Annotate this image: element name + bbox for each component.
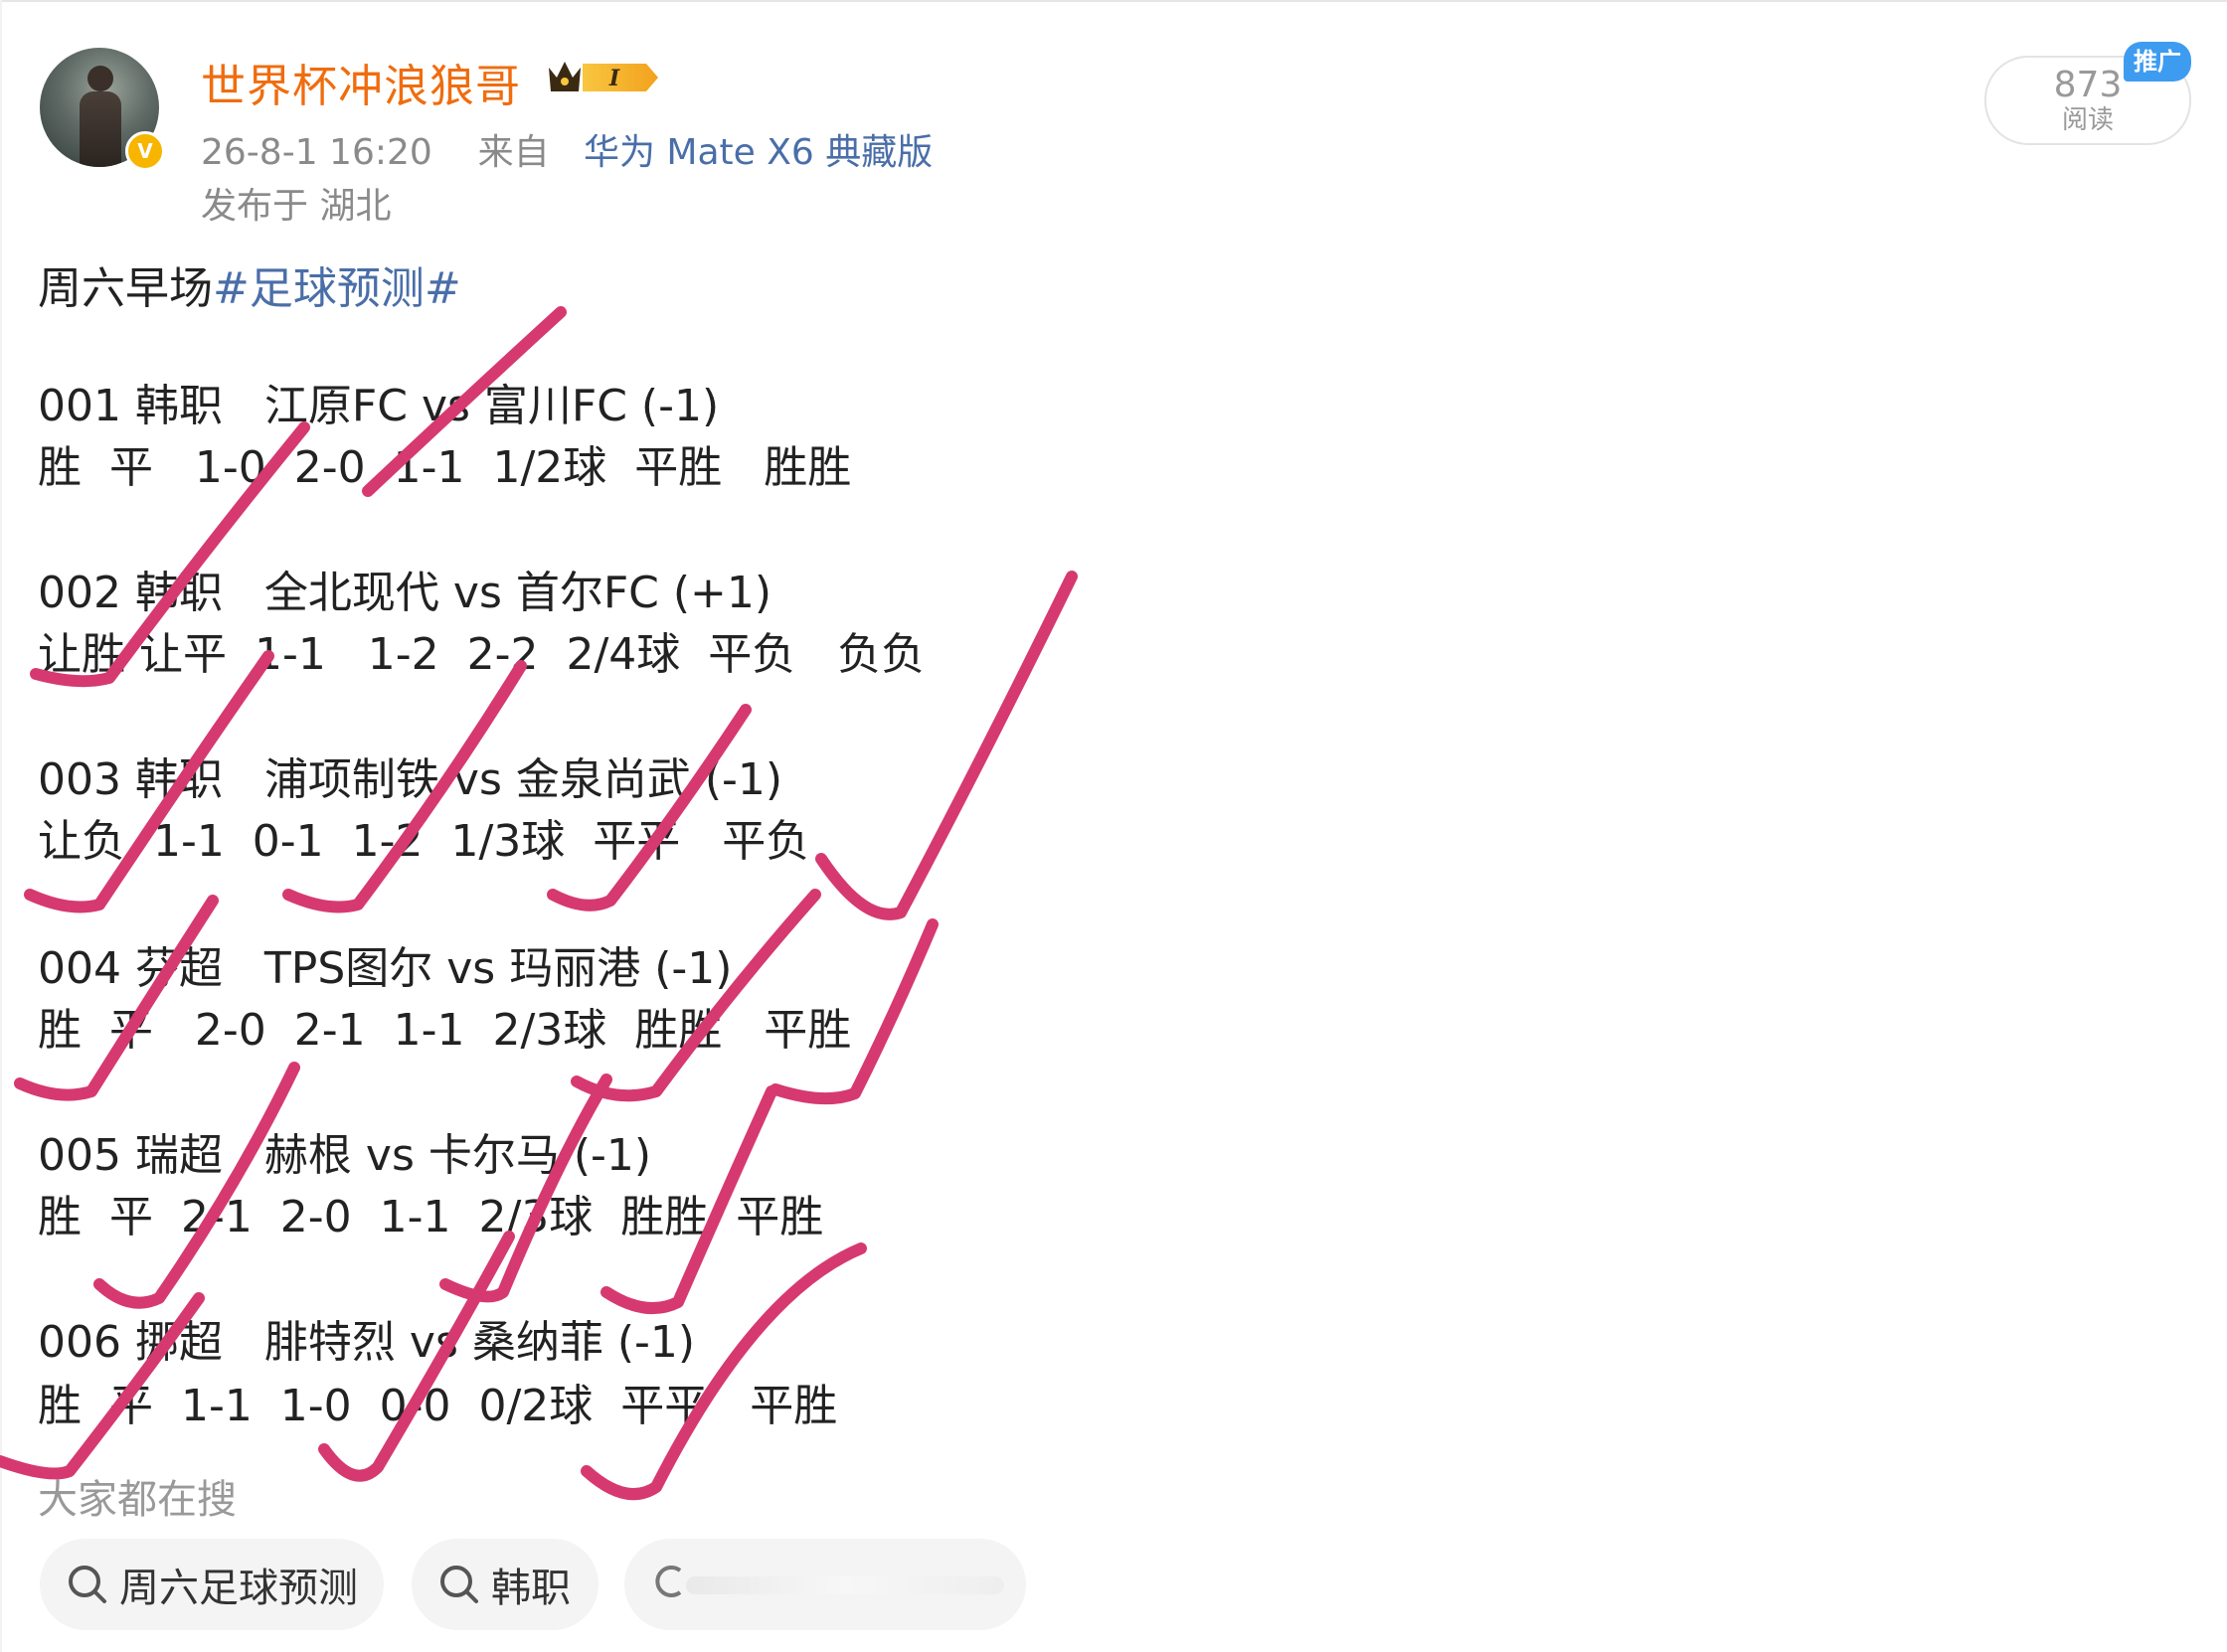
- post-location: 发布于 湖北: [201, 186, 392, 227]
- match-picks: 胜 平 1-0 2-0 1-1 1/2球 平胜 胜胜: [38, 442, 852, 493]
- avatar-figure-head: [87, 66, 113, 91]
- search-chip[interactable]: 韩职: [412, 1539, 599, 1630]
- check-mark: [581, 1242, 867, 1501]
- search-icon: [69, 1566, 106, 1603]
- hashtag-link[interactable]: #足球预测#: [213, 263, 461, 314]
- search-chip-label: 韩职: [491, 1566, 571, 1611]
- match-header: 001 韩职 江原FC vs 富川FC (-1): [38, 381, 720, 431]
- match-header: 003 韩职 浦项制铁 vs 金泉尚武 (-1): [38, 754, 783, 805]
- blurred-chip-content: [686, 1576, 1004, 1594]
- verified-badge-icon: V: [125, 131, 165, 171]
- read-label: 阅读: [2061, 105, 2114, 135]
- username[interactable]: 世界杯冲浪狼哥: [201, 50, 521, 114]
- search-heading: 大家都在搜: [38, 1477, 237, 1523]
- device-link[interactable]: 华为 Mate X6 典藏版: [584, 132, 933, 173]
- match-picks: 让胜 让平 1-1 1-2 2-2 2/4球 平负 负负: [38, 629, 926, 680]
- match-picks: 胜 平 2-0 2-1 1-1 2/3球 胜胜 平胜: [38, 1005, 852, 1056]
- crown-level-text: I: [608, 66, 620, 91]
- search-chip-label: 周六足球预测: [119, 1566, 358, 1611]
- match-picks: 胜 平 1-1 1-0 0-0 0/2球 平平 平胜: [38, 1381, 838, 1431]
- check-mark: [439, 1074, 612, 1303]
- search-chip[interactable]: 周六足球预测: [40, 1539, 384, 1630]
- post-timestamp: 26-8-1 16:20: [201, 132, 432, 173]
- match-header: 004 芬超 TPS图尔 vs 玛丽港 (-1): [38, 943, 733, 994]
- check-mark: [571, 889, 821, 1102]
- check-mark: [14, 895, 219, 1101]
- top-divider: [0, 0, 2227, 2]
- post-title: 周六早场#足球预测#: [38, 252, 461, 316]
- left-edge: [0, 0, 2, 1652]
- crown-level-badge-icon: I: [549, 62, 658, 91]
- source-prefix: 来自: [477, 132, 550, 173]
- avatar-figure-body: [80, 91, 121, 167]
- match-picks: 让负 1-1 0-1 1-2 1/3球 平平 平负: [38, 816, 810, 867]
- search-icon: [440, 1566, 478, 1603]
- post-title-prefix: 周六早场: [38, 263, 213, 314]
- match-header: 005 瑞超 赫根 vs 卡尔马 (-1): [38, 1130, 652, 1181]
- check-mark: [93, 1062, 300, 1309]
- match-picks: 胜 平 2-1 2-0 1-1 2/3球 胜胜 平胜: [38, 1192, 824, 1242]
- promo-badge[interactable]: 推广: [2124, 42, 2191, 82]
- match-header: 002 韩职 全北现代 vs 首尔FC (+1): [38, 568, 772, 618]
- check-mark: [547, 704, 752, 911]
- check-mark: [815, 571, 1078, 920]
- match-header: 006 挪超 腓特烈 vs 桑纳菲 (-1): [38, 1317, 696, 1368]
- post-meta: 26-8-1 16:20 来自 华为 Mate X6 典藏版: [201, 123, 933, 175]
